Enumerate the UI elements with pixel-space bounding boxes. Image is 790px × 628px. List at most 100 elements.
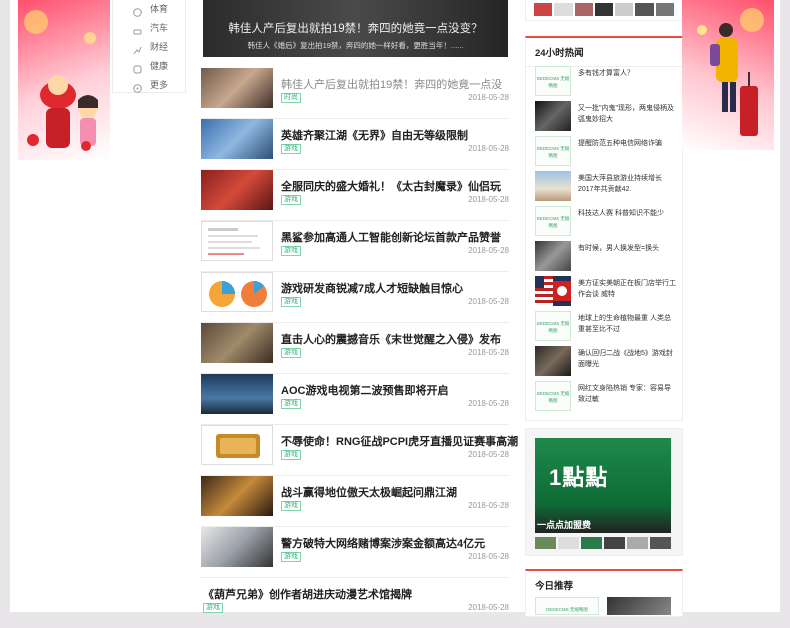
news-tag[interactable]: 游戏 bbox=[281, 450, 301, 460]
mini-thumbnail[interactable] bbox=[534, 3, 553, 16]
mini-thumbnail[interactable] bbox=[655, 3, 674, 16]
placeholder-thumbnail[interactable]: DEDECMS 无缩略图 bbox=[535, 206, 571, 236]
news-title[interactable]: 英雄齐聚江湖《无界》自由无等级限制 bbox=[281, 127, 468, 143]
hot-news-thumbnail[interactable] bbox=[535, 171, 571, 201]
hot-news-thumbnail[interactable] bbox=[535, 241, 571, 271]
news-title[interactable]: 全服同庆的盛大婚礼！《太古封魔录》仙侣玩 bbox=[281, 178, 501, 194]
news-thumbnail[interactable] bbox=[201, 527, 273, 567]
hot-news-text[interactable]: 多有钱才算富人？ bbox=[578, 68, 676, 79]
news-item[interactable]: 游戏研发商锐减7成人才短缺触目惊心 游戏 2018-05-28 bbox=[201, 272, 509, 323]
hot-news-item[interactable]: 确认回归二战《战地5》游戏封面曝光 bbox=[535, 346, 675, 376]
top-thumbnail-strip bbox=[525, 0, 683, 21]
placeholder-thumbnail[interactable]: DEDECMS 无缩略图 bbox=[535, 311, 571, 341]
news-tag[interactable]: 游戏 bbox=[281, 195, 301, 205]
nav-item-more[interactable]: 更多 bbox=[113, 76, 185, 95]
news-thumbnail[interactable] bbox=[201, 170, 273, 210]
flag-thumbnail[interactable] bbox=[535, 276, 571, 306]
news-thumbnail[interactable] bbox=[201, 119, 273, 159]
news-title[interactable]: 韩佳人产后复出就拍19禁！奔四的她竟一点没 bbox=[281, 76, 502, 92]
news-tag[interactable]: 游戏 bbox=[281, 399, 301, 409]
news-title[interactable]: 直击人心的震撼音乐《末世觉醒之入侵》发布 bbox=[281, 331, 501, 347]
ad-banner-image[interactable]: 1點點 一点点加盟费 bbox=[535, 438, 671, 533]
hot-news-item[interactable]: DEDECMS 无缩略图 提醒防范五种电信网络诈骗 bbox=[535, 136, 675, 166]
nav-item-health[interactable]: 健康 bbox=[113, 57, 185, 76]
news-tag[interactable]: 游戏 bbox=[281, 246, 301, 256]
ad-mini-thumbnail[interactable] bbox=[558, 537, 579, 549]
news-tag[interactable]: 游戏 bbox=[281, 348, 301, 358]
news-item[interactable]: 黑鲨参加高通人工智能创新论坛首款产品赞誉 游戏 2018-05-28 bbox=[201, 221, 509, 272]
hot-news-item[interactable]: DEDECMS 无缩略图 多有钱才算富人？ bbox=[535, 66, 675, 96]
news-title[interactable]: 游戏研发商锐减7成人才短缺触目惊心 bbox=[281, 280, 463, 296]
news-thumbnail[interactable] bbox=[201, 425, 273, 465]
news-tag[interactable]: 游戏 bbox=[281, 552, 301, 562]
news-title[interactable]: 《葫芦兄弟》创作者胡进庆动漫艺术馆揭牌 bbox=[203, 586, 412, 602]
hot-news-thumbnail[interactable] bbox=[535, 346, 571, 376]
news-tag[interactable]: 时尚 bbox=[281, 93, 301, 103]
news-item[interactable]: 战斗赢得地位傲天太极崛起问鼎江湖 游戏 2018-05-28 bbox=[201, 476, 509, 527]
mini-thumbnail[interactable] bbox=[554, 3, 573, 16]
ad-mini-thumbnail[interactable] bbox=[581, 537, 602, 549]
hot-news-item[interactable]: 又一批"内鬼"现形，两鬼侵柄及弧鬼妙招大 bbox=[535, 101, 675, 131]
news-item[interactable]: 不辱使命！RNG征战PCPI虎牙直播见证赛事高潮 游戏 2018-05-28 bbox=[201, 425, 518, 476]
news-title[interactable]: 不辱使命！RNG征战PCPI虎牙直播见证赛事高潮 bbox=[281, 433, 518, 449]
mini-thumbnail[interactable] bbox=[574, 3, 593, 16]
nav-item-sports[interactable]: 体育 bbox=[113, 0, 185, 19]
news-item[interactable]: 全服同庆的盛大婚礼！《太古封魔录》仙侣玩 游戏 2018-05-28 bbox=[201, 170, 509, 221]
nav-item-car[interactable]: 汽车 bbox=[113, 19, 185, 38]
recommend-thumbnail[interactable] bbox=[607, 597, 671, 615]
news-title[interactable]: 战斗赢得地位傲天太极崛起问鼎江湖 bbox=[281, 484, 457, 500]
news-thumbnail[interactable] bbox=[201, 68, 273, 108]
news-item[interactable]: AOC游戏电视第二波预售即将开启 游戏 2018-05-28 bbox=[201, 374, 509, 425]
hot-news-text[interactable]: 美国大萍县旅游业持续增长 2017年共贡献42. bbox=[578, 173, 676, 195]
news-item[interactable]: 英雄齐聚江湖《无界》自由无等级限制 游戏 2018-05-28 bbox=[201, 119, 509, 170]
news-tag[interactable]: 游戏 bbox=[203, 603, 223, 613]
news-date: 2018-05-28 bbox=[468, 399, 509, 408]
ad-mini-thumbnail[interactable] bbox=[535, 537, 556, 549]
hot-news-item[interactable]: 有时候，男人换发型=换头 bbox=[535, 241, 675, 271]
news-title[interactable]: 警方破特大网络赌博案涉案金额高达4亿元 bbox=[281, 535, 485, 551]
news-tag[interactable]: 游戏 bbox=[281, 297, 301, 307]
ad-mini-thumbnail[interactable] bbox=[650, 537, 671, 549]
news-thumbnail[interactable] bbox=[201, 374, 273, 414]
news-thumbnail[interactable] bbox=[201, 221, 273, 261]
hot-news-text[interactable]: 美方证实美朝正在板门店举行工作会谈 威特 bbox=[578, 278, 676, 300]
placeholder-thumbnail[interactable]: DEDECMS 无缩略图 bbox=[535, 597, 599, 615]
news-title[interactable]: 黑鲨参加高通人工智能创新论坛首款产品赞誉 bbox=[281, 229, 501, 245]
hot-news-item[interactable]: DEDECMS 无缩略图 网红文身陷热销 专家：容易导致过敏 bbox=[535, 381, 675, 411]
hot-news-item[interactable]: 美国大萍县旅游业持续增长 2017年共贡献42. bbox=[535, 171, 675, 201]
news-tag[interactable]: 游戏 bbox=[281, 501, 301, 511]
news-item[interactable]: 直击人心的震撼音乐《末世觉醒之入侵》发布 游戏 2018-05-28 bbox=[201, 323, 509, 374]
placeholder-thumbnail[interactable]: DEDECMS 无缩略图 bbox=[535, 66, 571, 96]
ad-mini-thumbnail[interactable] bbox=[627, 537, 648, 549]
hot-news-item[interactable]: 美方证实美朝正在板门店举行工作会谈 威特 bbox=[535, 276, 676, 306]
news-item[interactable]: 警方破特大网络赌博案涉案金额高达4亿元 游戏 2018-05-28 bbox=[201, 527, 509, 578]
news-thumbnail[interactable] bbox=[201, 476, 273, 516]
hot-news-text[interactable]: 网红文身陷热销 专家：容易导致过敏 bbox=[578, 383, 676, 405]
nav-item-finance[interactable]: 财经 bbox=[113, 38, 185, 57]
hot-news-text[interactable]: 确认回归二战《战地5》游戏封面曝光 bbox=[578, 348, 676, 370]
more-icon bbox=[133, 81, 142, 93]
car-icon bbox=[133, 24, 142, 35]
hot-news-text[interactable]: 提醒防范五种电信网络诈骗 bbox=[578, 138, 676, 149]
hot-news-text[interactable]: 有时候，男人换发型=换头 bbox=[578, 243, 676, 254]
hot-news-item[interactable]: DEDECMS 无缩略图 地球上的生命植物最重 人类总重甚至比不过 bbox=[535, 311, 675, 341]
mini-thumbnail[interactable] bbox=[615, 3, 634, 16]
hot-news-item[interactable]: DEDECMS 无缩略图 科技达人赛 科普知识不能少 bbox=[535, 206, 675, 236]
news-tag[interactable]: 游戏 bbox=[281, 144, 301, 154]
ad-mini-thumbnail[interactable] bbox=[604, 537, 625, 549]
news-item[interactable]: 《葫芦兄弟》创作者胡进庆动漫艺术馆揭牌 游戏 2018-05-28 bbox=[201, 578, 509, 628]
mini-thumbnail[interactable] bbox=[635, 3, 654, 16]
ad-panel[interactable]: 1點點 一点点加盟费 bbox=[525, 428, 683, 556]
news-thumbnail[interactable] bbox=[201, 323, 273, 363]
news-title[interactable]: AOC游戏电视第二波预售即将开启 bbox=[281, 382, 448, 398]
news-thumbnail[interactable] bbox=[201, 272, 273, 312]
mini-thumbnail[interactable] bbox=[594, 3, 614, 16]
news-item[interactable]: 韩佳人产后复出就拍19禁！奔四的她竟一点没 时尚 2018-05-28 bbox=[201, 68, 509, 119]
hero-slide[interactable]: 韩佳人产后复出就拍19禁！奔四的她竟一点没变？ 韩佳人《婚后》复出拍19禁，奔四… bbox=[203, 0, 508, 57]
placeholder-thumbnail[interactable]: DEDECMS 无缩略图 bbox=[535, 381, 571, 411]
hot-news-thumbnail[interactable] bbox=[535, 101, 571, 131]
placeholder-thumbnail[interactable]: DEDECMS 无缩略图 bbox=[535, 136, 571, 166]
hot-news-text[interactable]: 地球上的生命植物最重 人类总重甚至比不过 bbox=[578, 313, 676, 335]
hot-news-text[interactable]: 科技达人赛 科普知识不能少 bbox=[578, 208, 676, 219]
hot-news-text[interactable]: 又一批"内鬼"现形，两鬼侵柄及弧鬼妙招大 bbox=[578, 103, 676, 125]
